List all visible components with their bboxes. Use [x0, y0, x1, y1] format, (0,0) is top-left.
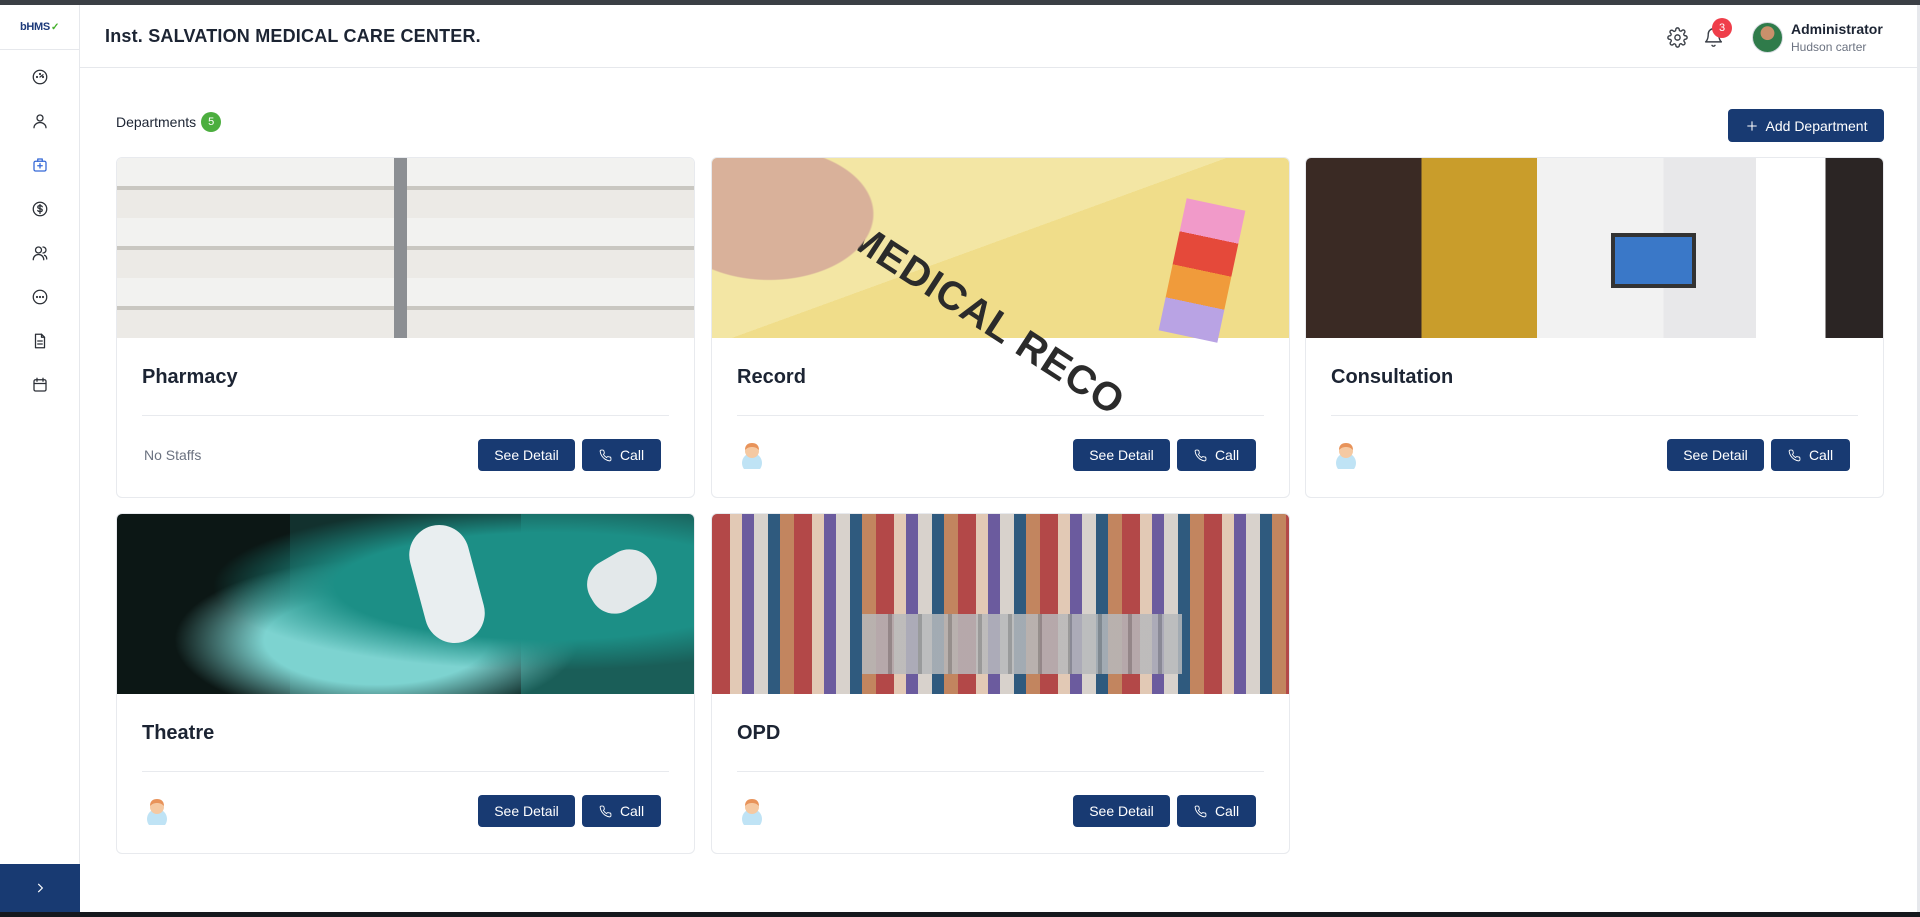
- call-button[interactable]: Call: [1177, 795, 1256, 827]
- no-staff-text: No Staffs: [144, 447, 202, 463]
- plus-icon: [1746, 120, 1757, 131]
- department-image-pharmacy: [117, 158, 694, 338]
- calendar-icon: [32, 377, 47, 392]
- department-name: Record: [737, 366, 806, 388]
- logo[interactable]: bHMS ✓: [0, 5, 79, 50]
- window-bottom-edge: [0, 912, 1920, 917]
- card-divider: [737, 415, 1264, 416]
- gear-icon: [1666, 26, 1688, 48]
- phone-icon: [1194, 449, 1207, 461]
- users-icon: [32, 246, 47, 261]
- phone-icon: [599, 449, 612, 461]
- department-image-consultation: [1306, 158, 1883, 338]
- card-divider: [142, 415, 669, 416]
- document-icon: [34, 333, 45, 349]
- chat-icon: [32, 289, 47, 305]
- departments-count-badge: 5: [201, 112, 222, 132]
- see-detail-button[interactable]: See Detail: [1073, 795, 1170, 827]
- sidebar-item-departments[interactable]: [0, 143, 79, 187]
- call-button[interactable]: Call: [582, 439, 661, 471]
- department-name: Consultation: [1331, 366, 1454, 388]
- organization-name: Inst. SALVATION MEDICAL CARE CENTER.: [105, 26, 481, 46]
- card-divider: [1331, 415, 1858, 416]
- app-root: bHMS ✓ Inst. SALVATION MEDICAL CARE CENT…: [0, 5, 1920, 912]
- top-header: Inst. SALVATION MEDICAL CARE CENTER.: [80, 5, 1920, 68]
- department-name: OPD: [737, 722, 781, 744]
- card-divider: [142, 771, 669, 772]
- sidebar-item-dashboard[interactable]: [0, 55, 79, 99]
- sidebar-expand-button[interactable]: [0, 864, 80, 912]
- department-image-opd: [712, 514, 1289, 694]
- add-department-label: Add Department: [1765, 117, 1868, 134]
- call-button[interactable]: Call: [1177, 439, 1256, 471]
- call-label: Call: [619, 447, 645, 463]
- department-card-record: MEDICAL RECO Record See Detail Call: [711, 157, 1290, 498]
- sidebar-nav: [0, 50, 79, 407]
- department-card-consultation: Consultation See Detail Call: [1305, 157, 1884, 498]
- sidebar: bHMS ✓: [0, 5, 80, 912]
- add-department-button[interactable]: Add Department: [1728, 109, 1884, 142]
- user-name[interactable]: Administrator: [1791, 21, 1883, 37]
- staff-avatar-icon[interactable]: [737, 795, 767, 825]
- call-button[interactable]: Call: [582, 795, 661, 827]
- call-label: Call: [1214, 447, 1240, 463]
- department-image-record: MEDICAL RECO: [712, 158, 1289, 424]
- phone-icon: [1194, 805, 1207, 817]
- department-card-pharmacy: Pharmacy No Staffs See Detail Call: [116, 157, 695, 498]
- card-divider: [737, 771, 1264, 772]
- chevron-right-icon: [37, 883, 44, 893]
- staff-avatar-icon[interactable]: [142, 795, 172, 825]
- departments-title: Departments: [116, 114, 197, 130]
- avatar[interactable]: [1752, 22, 1783, 53]
- hospital-icon: [32, 158, 47, 172]
- department-card-theatre: Theatre See Detail Call: [116, 513, 695, 854]
- user-subtitle: Hudson carter: [1791, 40, 1867, 54]
- department-image-theatre: [117, 514, 694, 694]
- see-detail-button[interactable]: See Detail: [478, 795, 575, 827]
- dollar-icon: [32, 201, 47, 217]
- department-name: Theatre: [142, 722, 215, 744]
- staff-avatar-icon[interactable]: [737, 439, 767, 469]
- sidebar-item-profile[interactable]: [0, 99, 79, 143]
- see-detail-button[interactable]: See Detail: [1073, 439, 1170, 471]
- user-icon: [32, 114, 47, 129]
- phone-icon: [599, 805, 612, 817]
- department-card-opd: OPD See Detail Call: [711, 513, 1290, 854]
- sidebar-item-calendar[interactable]: [0, 363, 79, 407]
- call-label: Call: [619, 803, 645, 819]
- dashboard-icon: [32, 69, 47, 85]
- see-detail-button[interactable]: See Detail: [1667, 439, 1764, 471]
- sidebar-item-reports[interactable]: [0, 319, 79, 363]
- phone-icon: [1788, 449, 1801, 461]
- logo-check-icon: ✓: [50, 21, 60, 33]
- call-label: Call: [1808, 447, 1834, 463]
- call-label: Call: [1214, 803, 1240, 819]
- see-detail-button[interactable]: See Detail: [478, 439, 575, 471]
- settings-button[interactable]: [1665, 25, 1689, 49]
- departments-heading: Departments 5: [116, 112, 222, 132]
- staff-avatar-icon[interactable]: [1331, 439, 1361, 469]
- sidebar-item-staff[interactable]: [0, 231, 79, 275]
- notification-count-badge: 3: [1712, 18, 1732, 38]
- logo-text: bHMS: [19, 21, 50, 33]
- department-name: Pharmacy: [142, 366, 238, 388]
- sidebar-item-billing[interactable]: [0, 187, 79, 231]
- sidebar-item-messages[interactable]: [0, 275, 79, 319]
- call-button[interactable]: Call: [1771, 439, 1850, 471]
